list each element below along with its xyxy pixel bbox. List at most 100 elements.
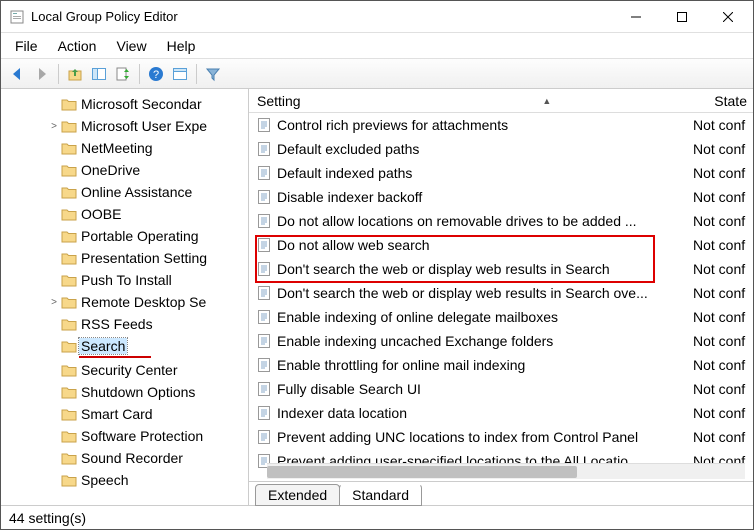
scrollbar-thumb[interactable] <box>267 466 577 478</box>
minimize-button[interactable] <box>613 2 659 32</box>
tree-item-label: Push To Install <box>81 272 172 288</box>
list-row[interactable]: Fully disable Search UINot conf <box>249 377 753 401</box>
column-setting[interactable]: Setting ▲ <box>249 93 693 109</box>
folder-icon <box>61 273 77 287</box>
expander-icon[interactable]: > <box>47 297 61 308</box>
right-pane: Setting ▲ State Control rich previews fo… <box>249 89 753 505</box>
list-row[interactable]: Don't search the web or display web resu… <box>249 281 753 305</box>
folder-icon <box>61 185 77 199</box>
folder-icon <box>61 317 77 331</box>
content: Microsoft Secondar>Microsoft User ExpeNe… <box>1 89 753 505</box>
state-label: Not conf <box>693 309 753 325</box>
list-row[interactable]: Enable indexing of online delegate mailb… <box>249 305 753 329</box>
folder-icon <box>61 119 77 133</box>
folder-icon <box>61 97 77 111</box>
tree-item[interactable]: >Remote Desktop Se <box>1 291 248 313</box>
list-row[interactable]: Prevent adding UNC locations to index fr… <box>249 425 753 449</box>
tree-item-label: Shutdown Options <box>81 384 195 400</box>
list-row[interactable]: Indexer data locationNot conf <box>249 401 753 425</box>
help-button[interactable]: ? <box>145 63 167 85</box>
list-row[interactable]: Enable indexing uncached Exchange folder… <box>249 329 753 353</box>
policy-icon <box>257 286 271 300</box>
menu-view[interactable]: View <box>106 35 156 57</box>
up-button[interactable] <box>64 63 86 85</box>
list-row[interactable]: Enable throttling for online mail indexi… <box>249 353 753 377</box>
state-label: Not conf <box>693 429 753 445</box>
forward-button[interactable] <box>31 63 53 85</box>
tree-item[interactable]: Presentation Setting <box>1 247 248 269</box>
tree-item[interactable]: Online Assistance <box>1 181 248 203</box>
setting-label: Default indexed paths <box>277 165 412 181</box>
export-button[interactable] <box>112 63 134 85</box>
tree-item[interactable]: Push To Install <box>1 269 248 291</box>
tree-item[interactable]: Smart Card <box>1 403 248 425</box>
filter-button[interactable] <box>202 63 224 85</box>
list-row[interactable]: Control rich previews for attachments Not… <box>249 113 753 137</box>
folder-icon <box>61 251 77 265</box>
policy-icon <box>257 382 271 396</box>
tree-item[interactable]: Portable Operating <box>1 225 248 247</box>
app-icon <box>9 9 25 25</box>
list-pane: Setting ▲ State Control rich previews fo… <box>249 89 753 481</box>
setting-label: Enable indexing of online delegate mailb… <box>277 309 558 325</box>
setting-label: Control rich previews for attachments <box>277 117 508 133</box>
state-label: Not conf <box>693 285 753 301</box>
tree-item[interactable]: Sound Recorder <box>1 447 248 469</box>
tree-item[interactable]: Speech <box>1 469 248 491</box>
back-button[interactable] <box>7 63 29 85</box>
tree-item[interactable]: Software Protection <box>1 425 248 447</box>
tree-item[interactable]: >Microsoft User Expe <box>1 115 248 137</box>
list-row[interactable]: Do not allow web search Not conf <box>249 233 753 257</box>
menu-action[interactable]: Action <box>48 35 107 57</box>
policy-icon <box>257 118 271 132</box>
tree-item-label: Portable Operating <box>81 228 199 244</box>
list-row[interactable]: Disable indexer backoffNot conf <box>249 185 753 209</box>
setting-label: Enable indexing uncached Exchange folder… <box>277 333 553 349</box>
tree-item-label: Online Assistance <box>81 184 192 200</box>
state-label: Not conf <box>693 117 753 133</box>
tree-item[interactable]: Search <box>1 335 248 357</box>
state-label: Not conf <box>693 237 753 253</box>
expander-icon[interactable]: > <box>47 121 61 132</box>
tree-item-label: Software Protection <box>81 428 203 444</box>
menu-file[interactable]: File <box>5 35 48 57</box>
folder-icon <box>61 229 77 243</box>
tree-item-label: OneDrive <box>81 162 140 178</box>
maximize-button[interactable] <box>659 2 705 32</box>
tree-item[interactable]: Shutdown Options <box>1 381 248 403</box>
list-row[interactable]: Don't search the web or display web resu… <box>249 257 753 281</box>
tree-item[interactable]: NetMeeting <box>1 137 248 159</box>
state-label: Not conf <box>693 141 753 157</box>
list-row[interactable]: Default indexed pathsNot conf <box>249 161 753 185</box>
tree-item[interactable]: Security Center <box>1 359 248 381</box>
folder-icon <box>61 429 77 443</box>
list-row[interactable]: Do not allow locations on removable driv… <box>249 209 753 233</box>
tab-extended[interactable]: Extended <box>255 484 340 506</box>
setting-label: Do not allow web search <box>277 237 430 253</box>
tree-item[interactable]: OneDrive <box>1 159 248 181</box>
horizontal-scrollbar[interactable] <box>267 463 745 479</box>
column-state[interactable]: State <box>693 93 753 109</box>
properties-button[interactable] <box>169 63 191 85</box>
folder-icon <box>61 407 77 421</box>
tree-item[interactable]: Microsoft Secondar <box>1 93 248 115</box>
tree-item[interactable]: RSS Feeds <box>1 313 248 335</box>
folder-icon <box>61 339 77 353</box>
selection-underline <box>79 356 151 358</box>
tree-pane[interactable]: Microsoft Secondar>Microsoft User ExpeNe… <box>1 89 249 505</box>
folder-icon <box>61 473 77 487</box>
close-button[interactable] <box>705 2 751 32</box>
list-row[interactable]: Default excluded pathsNot conf <box>249 137 753 161</box>
state-label: Not conf <box>693 333 753 349</box>
menu-help[interactable]: Help <box>157 35 206 57</box>
setting-label: Don't search the web or display web resu… <box>277 261 610 277</box>
tab-standard[interactable]: Standard <box>339 484 422 506</box>
tree-item[interactable]: OOBE <box>1 203 248 225</box>
show-hide-tree-button[interactable] <box>88 63 110 85</box>
setting-label: Disable indexer backoff <box>277 189 422 205</box>
setting-label: Prevent adding UNC locations to index fr… <box>277 429 638 445</box>
toolbar: ? <box>1 59 753 89</box>
policy-icon <box>257 262 271 276</box>
svg-text:?: ? <box>153 69 159 81</box>
titlebar: Local Group Policy Editor <box>1 1 753 33</box>
